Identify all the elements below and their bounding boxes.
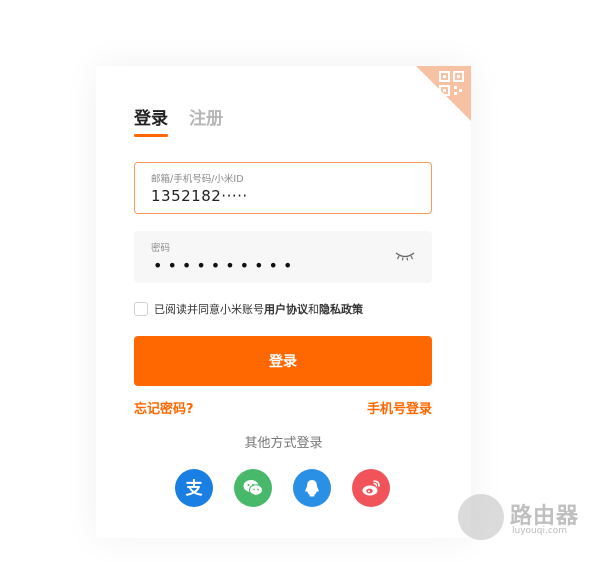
svg-text:支: 支	[186, 478, 204, 499]
phone-login-link[interactable]: 手机号登录	[367, 398, 432, 417]
tab-login[interactable]: 登录	[134, 104, 168, 137]
alipay-login-button[interactable]: 支	[175, 469, 213, 507]
other-methods-title: 其他方式登录	[244, 436, 323, 451]
alipay-icon: 支	[186, 478, 204, 499]
account-label: 邮箱/手机号码/小米ID	[151, 174, 244, 185]
password-label: 密码	[151, 243, 171, 254]
watermark: 路由器 luyouqi.com	[458, 494, 596, 542]
router-logo-icon	[458, 494, 504, 540]
weibo-icon	[362, 480, 380, 496]
social-login-row: 支	[175, 469, 395, 507]
agreement-row: 已阅读并同意小米账号用户协议和隐私政策	[134, 301, 363, 317]
terms-link[interactable]: 用户协议	[264, 303, 308, 316]
login-tabs: 登录 注册	[134, 104, 239, 137]
password-input[interactable]: ••••••••••	[153, 256, 297, 275]
eye-closed-icon[interactable]	[395, 251, 415, 261]
login-card: 登录 注册 邮箱/手机号码/小米ID 1352182····· 密码 •••••…	[96, 66, 471, 538]
agreement-and: 和	[308, 303, 319, 316]
account-field[interactable]: 邮箱/手机号码/小米ID 1352182·····	[134, 162, 432, 214]
qq-icon	[305, 480, 319, 497]
agreement-checkbox[interactable]	[134, 302, 148, 316]
password-field[interactable]: 密码 ••••••••••	[134, 231, 432, 283]
wechat-icon	[243, 480, 263, 496]
account-input[interactable]: 1352182·····	[151, 187, 248, 205]
wechat-login-button[interactable]	[234, 469, 272, 507]
qrcode-icon	[439, 71, 464, 96]
qq-login-button[interactable]	[293, 469, 331, 507]
agreement-prefix: 已阅读并同意小米账号	[154, 303, 264, 316]
login-button[interactable]: 登录	[134, 336, 432, 386]
qrcode-login-toggle[interactable]	[416, 66, 471, 121]
forgot-password-link[interactable]: 忘记密码?	[134, 398, 194, 417]
watermark-sub: luyouqi.com	[512, 526, 568, 536]
weibo-login-button[interactable]	[352, 469, 390, 507]
privacy-link[interactable]: 隐私政策	[319, 303, 363, 316]
tab-register[interactable]: 注册	[189, 104, 223, 129]
